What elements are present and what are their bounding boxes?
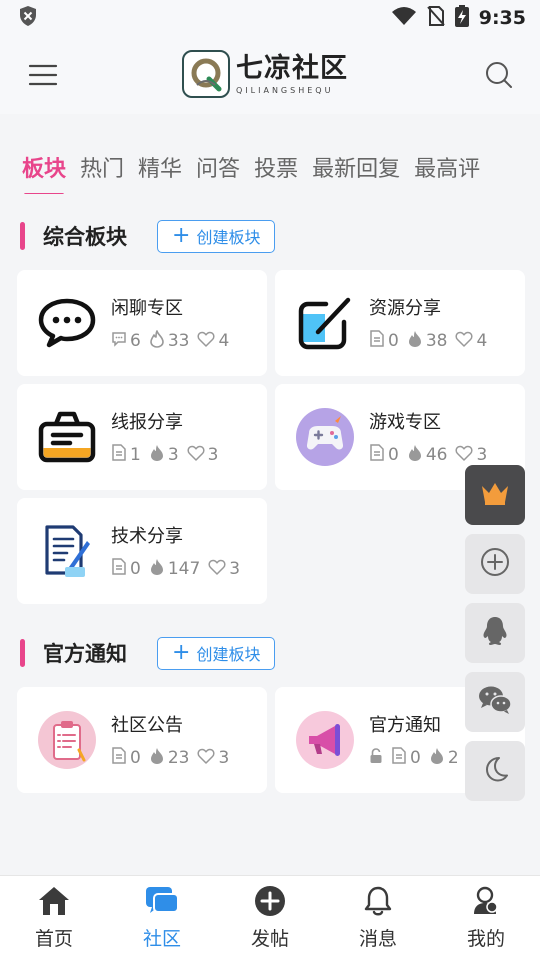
share-edit-icon bbox=[293, 291, 357, 355]
flame-icon bbox=[149, 329, 165, 353]
section-official: 官方通知 + 创建板块 bbox=[20, 635, 276, 671]
plus-icon: + bbox=[172, 223, 191, 248]
qq-button[interactable] bbox=[465, 603, 525, 663]
heart-icon bbox=[187, 445, 205, 466]
gamepad-icon bbox=[293, 405, 357, 469]
create-board-button[interactable]: + 创建板块 bbox=[157, 636, 276, 670]
app-logo: 七凉社区 QILIANGSHEQU bbox=[182, 50, 348, 98]
home-icon bbox=[37, 885, 71, 921]
section-general: 综合板块 + 创建板块 bbox=[20, 218, 276, 254]
app-header: 七凉社区 QILIANGSHEQU bbox=[0, 36, 540, 114]
category-tabs: 板块 热门 精华 问答 投票 最新回复 最高评 bbox=[22, 150, 540, 194]
nav-messages[interactable]: 消息 bbox=[324, 876, 432, 960]
toolbox-icon bbox=[35, 405, 99, 469]
board-name: 官方通知 bbox=[369, 714, 441, 736]
crown-icon bbox=[480, 480, 510, 510]
board-card-deals[interactable]: 线报分享 1 3 3 bbox=[17, 384, 267, 490]
shield-icon bbox=[18, 5, 38, 31]
menu-icon[interactable] bbox=[28, 60, 58, 90]
message-icon bbox=[111, 331, 127, 352]
logo-mark bbox=[182, 50, 230, 98]
status-time: 9:35 bbox=[478, 7, 526, 29]
heart-icon bbox=[455, 445, 473, 466]
section-title: 综合板块 bbox=[43, 225, 127, 249]
status-bar: 9:35 bbox=[0, 0, 540, 36]
section-title: 官方通知 bbox=[43, 642, 127, 666]
tab-hot[interactable]: 热门 bbox=[80, 150, 124, 194]
board-stats: 0 2 bbox=[369, 747, 459, 770]
search-icon[interactable] bbox=[484, 60, 514, 90]
wechat-icon bbox=[478, 685, 512, 719]
flame-icon bbox=[149, 444, 165, 467]
bell-icon bbox=[363, 885, 393, 921]
board-stats: 0 38 4 bbox=[369, 330, 487, 353]
nav-home[interactable]: 首页 bbox=[0, 876, 108, 960]
board-stats: 1 3 3 bbox=[111, 444, 218, 467]
section-accent-bar bbox=[20, 222, 25, 250]
profile-icon bbox=[471, 885, 501, 921]
flame-icon bbox=[149, 747, 165, 770]
board-card-resources[interactable]: 资源分享 0 38 4 bbox=[275, 270, 525, 376]
bottom-nav: 首页 社区 发帖 消息 我的 bbox=[0, 875, 540, 960]
flame-icon bbox=[407, 444, 423, 467]
logo-title: 七凉社区 bbox=[236, 53, 348, 84]
chat-bubble-icon bbox=[35, 291, 99, 355]
board-name: 线报分享 bbox=[111, 411, 183, 433]
flame-icon bbox=[407, 330, 423, 353]
wifi-icon bbox=[391, 6, 417, 30]
flame-icon bbox=[149, 558, 165, 581]
vip-crown-button[interactable] bbox=[465, 465, 525, 525]
nav-community[interactable]: 社区 bbox=[108, 876, 216, 960]
tab-latest-reply[interactable]: 最新回复 bbox=[312, 150, 400, 194]
lock-icon bbox=[369, 747, 383, 769]
moon-icon bbox=[481, 755, 509, 787]
tab-top-rated[interactable]: 最高评 bbox=[414, 150, 480, 194]
nav-post[interactable]: 发帖 bbox=[216, 876, 324, 960]
board-name: 闲聊专区 bbox=[111, 297, 183, 319]
document-icon bbox=[369, 330, 385, 352]
board-card-announcements[interactable]: 社区公告 0 23 3 bbox=[17, 687, 267, 793]
add-circle-icon bbox=[479, 546, 511, 582]
board-card-chat[interactable]: 闲聊专区 6 33 4 bbox=[17, 270, 267, 376]
tab-qa[interactable]: 问答 bbox=[196, 150, 240, 194]
section-accent-bar bbox=[20, 639, 25, 667]
board-stats: 0 23 3 bbox=[111, 747, 229, 770]
battery-charging-icon bbox=[454, 5, 469, 31]
heart-icon bbox=[208, 559, 226, 580]
heart-icon bbox=[455, 331, 473, 352]
flame-icon bbox=[429, 747, 445, 770]
community-icon bbox=[144, 885, 180, 921]
tab-boards[interactable]: 板块 bbox=[22, 150, 66, 194]
dark-mode-button[interactable] bbox=[465, 741, 525, 801]
heart-icon bbox=[197, 748, 215, 769]
document-icon bbox=[111, 747, 127, 769]
tab-vote[interactable]: 投票 bbox=[254, 150, 298, 194]
post-add-icon bbox=[254, 885, 286, 921]
create-board-button[interactable]: + 创建板块 bbox=[157, 219, 276, 253]
wechat-button[interactable] bbox=[465, 672, 525, 732]
add-button[interactable] bbox=[465, 534, 525, 594]
board-stats: 0 46 3 bbox=[369, 444, 487, 467]
clipboard-icon bbox=[35, 708, 99, 772]
nav-profile[interactable]: 我的 bbox=[432, 876, 540, 960]
board-name: 游戏专区 bbox=[369, 411, 441, 433]
heart-icon bbox=[197, 331, 215, 352]
no-sim-icon bbox=[426, 6, 445, 30]
tab-featured[interactable]: 精华 bbox=[138, 150, 182, 194]
board-name: 资源分享 bbox=[369, 297, 441, 319]
board-name: 社区公告 bbox=[111, 714, 183, 736]
document-icon bbox=[111, 444, 127, 466]
board-name: 技术分享 bbox=[111, 525, 183, 547]
document-icon bbox=[391, 747, 407, 769]
megaphone-icon bbox=[293, 708, 357, 772]
board-card-tech[interactable]: 技术分享 0 147 3 bbox=[17, 498, 267, 604]
document-icon bbox=[111, 558, 127, 580]
board-stats: 6 33 4 bbox=[111, 329, 229, 353]
plus-icon: + bbox=[172, 640, 191, 665]
qq-icon bbox=[480, 615, 510, 651]
board-stats: 0 147 3 bbox=[111, 558, 240, 581]
logo-subtitle: QILIANGSHEQU bbox=[236, 86, 334, 95]
document-icon bbox=[369, 444, 385, 466]
notepad-pen-icon bbox=[35, 519, 99, 583]
